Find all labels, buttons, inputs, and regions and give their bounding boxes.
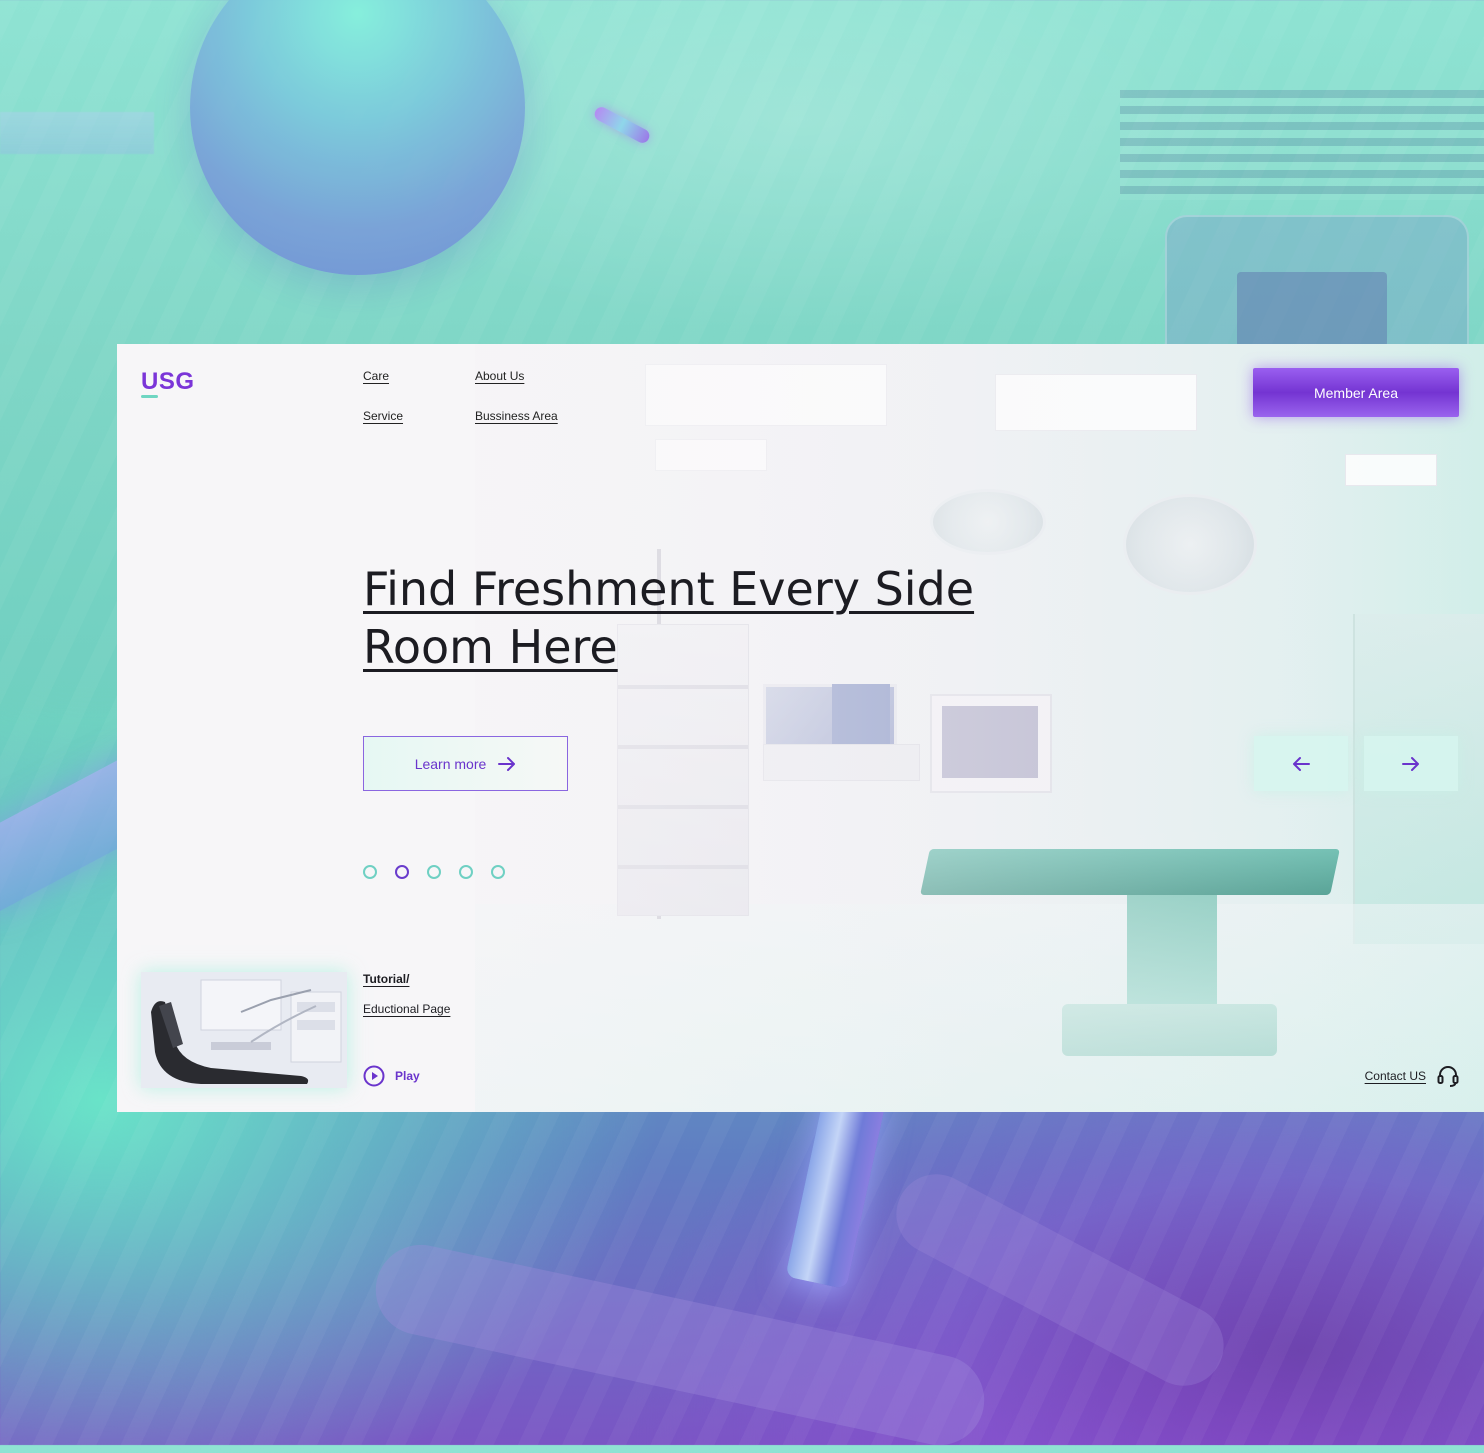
play-circle-icon bbox=[363, 1065, 385, 1087]
arrow-left-icon bbox=[1293, 756, 1310, 771]
play-label: Play bbox=[395, 1069, 420, 1083]
decorative-bar bbox=[0, 112, 154, 154]
headline-line-2: Room Here bbox=[363, 620, 618, 674]
slide-indicators bbox=[363, 865, 505, 879]
arrow-right-icon bbox=[498, 756, 516, 771]
background-blinds bbox=[1120, 90, 1484, 200]
nav-about-us[interactable]: About Us bbox=[475, 369, 524, 383]
arrow-right-icon bbox=[1402, 756, 1419, 771]
hero-headline: Find Freshment Every Side Room Here bbox=[363, 560, 1043, 676]
slide-dot-active[interactable] bbox=[395, 865, 409, 879]
slide-dot[interactable] bbox=[427, 865, 441, 879]
headset-icon bbox=[1437, 1066, 1459, 1087]
nav-care[interactable]: Care bbox=[363, 369, 389, 383]
tutorial-title[interactable]: Tutorial/ bbox=[363, 972, 409, 986]
next-slide-button[interactable] bbox=[1364, 736, 1458, 791]
nav-service[interactable]: Service bbox=[363, 409, 403, 423]
prev-slide-button[interactable] bbox=[1254, 736, 1348, 791]
logo[interactable]: USG bbox=[141, 368, 195, 396]
hero-card: USG Care About Us Service Bussiness Area… bbox=[117, 344, 1484, 1112]
member-area-button[interactable]: Member Area bbox=[1253, 368, 1459, 417]
contact-us-link[interactable]: Contact US bbox=[1365, 1064, 1460, 1088]
image-overlay bbox=[475, 344, 1484, 1112]
logo-underline bbox=[141, 395, 158, 398]
headline-line-1: Find Freshment Every Side bbox=[363, 562, 975, 616]
slide-dot[interactable] bbox=[491, 865, 505, 879]
contact-us-label: Contact US bbox=[1364, 1069, 1426, 1083]
learn-more-button[interactable]: Learn more bbox=[363, 736, 568, 791]
tutorial-thumbnail[interactable] bbox=[141, 972, 347, 1088]
slide-dot[interactable] bbox=[363, 865, 377, 879]
tutorial-subtitle[interactable]: Eductional Page bbox=[363, 1002, 450, 1016]
nav-business-area[interactable]: Bussiness Area bbox=[475, 409, 558, 423]
slide-dot[interactable] bbox=[459, 865, 473, 879]
play-button[interactable]: Play bbox=[363, 1065, 420, 1087]
background-monitor bbox=[1165, 215, 1469, 349]
dental-chair-image bbox=[141, 972, 347, 1088]
learn-more-label: Learn more bbox=[414, 755, 487, 772]
